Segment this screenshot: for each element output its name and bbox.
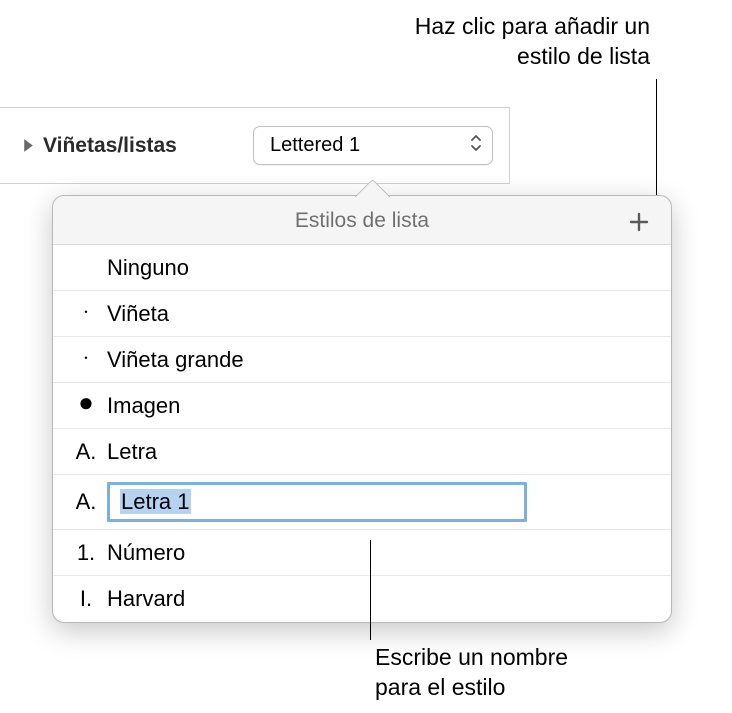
panel-header: Viñetas/listas Lettered 1 — [0, 108, 509, 184]
list-item-label: Imagen — [107, 393, 180, 419]
list-marker: I. — [69, 586, 103, 612]
list-marker: 1. — [69, 540, 103, 566]
list-item-label: Letra — [107, 439, 157, 465]
list-marker: A. — [69, 439, 103, 465]
list-styles-popover: Estilos de lista •Ninguno • Viñeta • Viñeta … — [52, 195, 672, 623]
style-list: •Ninguno•Viñeta•Viñeta grande●ImagenA.Le… — [53, 244, 671, 622]
list-item[interactable]: A.Letra 1 — [53, 475, 671, 530]
plus-icon — [627, 210, 651, 234]
list-item[interactable]: ●Imagen — [53, 383, 671, 429]
disclosure-triangle-icon[interactable] — [22, 138, 35, 153]
list-style-dropdown[interactable]: Lettered 1 — [253, 126, 493, 165]
list-marker: ● — [69, 387, 103, 418]
callout-line — [370, 540, 371, 640]
popover-header: Estilos de lista — [53, 196, 671, 244]
list-marker: • — [69, 353, 103, 363]
list-marker: • — [69, 307, 103, 317]
section-label: Viñetas/listas — [43, 134, 253, 158]
popover-title: Estilos de lista — [73, 209, 651, 233]
callout-name-style: Escribe un nombre para el estilo — [375, 643, 568, 703]
list-item[interactable]: •Ninguno — [53, 245, 671, 291]
list-item-label: Viñeta grande — [107, 347, 244, 373]
dropdown-value: Lettered 1 — [270, 134, 360, 156]
list-item[interactable]: • Viñeta grande — [53, 337, 671, 383]
add-style-button[interactable] — [625, 208, 653, 236]
sidebar-panel: Viñetas/listas Lettered 1 — [0, 107, 510, 184]
style-name-input[interactable]: Letra 1 — [107, 482, 527, 522]
list-item-label: Harvard — [107, 586, 185, 612]
list-marker: A. — [69, 489, 103, 515]
list-item-label: Viñeta — [107, 301, 169, 327]
callout-line — [656, 79, 657, 209]
list-item[interactable]: I.Harvard — [53, 576, 671, 622]
list-item[interactable]: 1.Número — [53, 530, 671, 576]
list-item-label: Número — [107, 540, 185, 566]
list-item-label: Ninguno — [107, 255, 189, 281]
callout-add-style: Haz clic para añadir un estilo de lista — [415, 12, 650, 72]
chevron-updown-icon — [470, 133, 482, 159]
list-item[interactable]: • Viñeta — [53, 291, 671, 337]
list-item[interactable]: A.Letra — [53, 429, 671, 475]
